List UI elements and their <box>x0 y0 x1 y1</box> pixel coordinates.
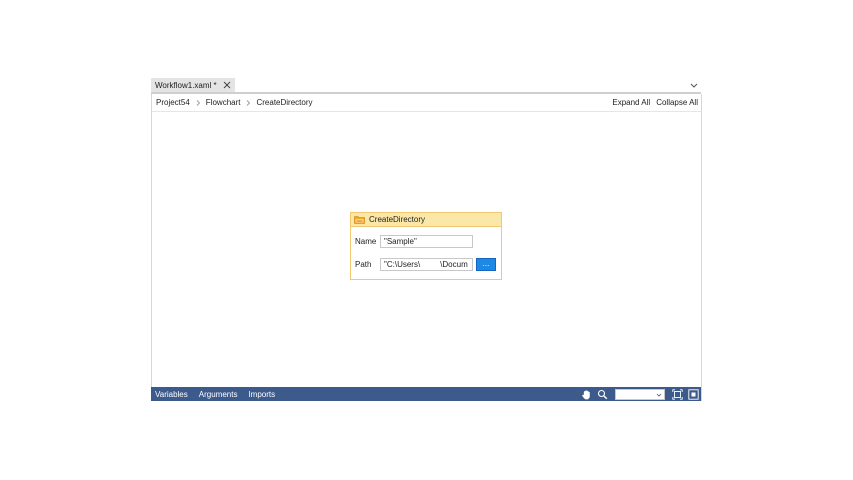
fit-to-screen-icon[interactable] <box>672 388 683 400</box>
path-property-row: Path ... <box>355 258 496 271</box>
close-icon[interactable] <box>222 80 232 90</box>
activity-title: CreateDirectory <box>369 215 426 224</box>
document-tab-label: Workflow1.xaml * <box>155 80 217 90</box>
name-label: Name <box>355 237 377 246</box>
name-property-row: Name <box>355 235 473 248</box>
bottom-tools <box>576 387 699 401</box>
document-tab[interactable]: Workflow1.xaml * <box>151 78 235 92</box>
chevron-down-icon[interactable] <box>689 80 699 90</box>
expand-collapse-actions: Expand All Collapse All <box>606 94 698 111</box>
collapse-all-button[interactable]: Collapse All <box>656 98 698 107</box>
activity-header[interactable]: CreateDirectory <box>351 213 501 227</box>
chevron-right-icon <box>247 99 251 106</box>
hand-pan-icon[interactable] <box>581 389 592 400</box>
designer-bottom-bar: Variables Arguments Imports <box>151 387 701 401</box>
arguments-tab[interactable]: Arguments <box>199 390 238 399</box>
breadcrumb: Project54 Flowchart CreateDirectory <box>152 98 313 107</box>
zoom-level-select[interactable] <box>615 388 665 400</box>
breadcrumb-item-createdirectory[interactable]: CreateDirectory <box>256 98 312 107</box>
imports-tab[interactable]: Imports <box>248 390 275 399</box>
chevron-down-icon <box>656 393 662 397</box>
document-tab-strip: Workflow1.xaml * <box>151 78 701 92</box>
chevron-right-icon <box>196 99 200 106</box>
workflow-designer-window: Workflow1.xaml * Project54 Flowchart Cre… <box>0 0 853 480</box>
breadcrumb-item-project[interactable]: Project54 <box>156 98 190 107</box>
expand-all-button[interactable]: Expand All <box>612 98 650 107</box>
designer-canvas[interactable]: CreateDirectory Name Path ... <box>152 112 701 387</box>
create-directory-activity[interactable]: CreateDirectory Name Path ... <box>350 212 502 280</box>
path-field[interactable] <box>380 258 473 271</box>
folder-activity-icon <box>354 216 365 224</box>
breadcrumb-item-flowchart[interactable]: Flowchart <box>206 98 241 107</box>
variables-tab[interactable]: Variables <box>155 390 188 399</box>
browse-button[interactable]: ... <box>476 258 496 271</box>
breadcrumb-bar: Project54 Flowchart CreateDirectory Expa… <box>152 94 701 112</box>
name-field[interactable] <box>380 235 473 248</box>
designer-panel: Project54 Flowchart CreateDirectory Expa… <box>151 94 702 401</box>
path-label: Path <box>355 260 372 269</box>
zoom-icon[interactable] <box>597 389 608 400</box>
overview-icon[interactable] <box>688 388 699 400</box>
